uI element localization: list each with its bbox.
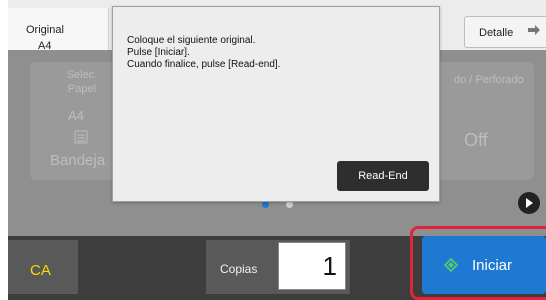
copier-screen: Original A4 Detalle Selec. Papel A4 Band… <box>8 0 546 300</box>
original-setting-button[interactable]: Original A4 <box>8 8 109 52</box>
paper-select-title: Selec. Papel <box>66 69 98 95</box>
paper-tray-value: Bandeja <box>50 152 106 169</box>
page-indicator <box>286 201 293 208</box>
original-value: A4 <box>38 40 52 52</box>
message-dialog: Coloque el siguiente original. Pulse [In… <box>112 6 440 202</box>
ca-button[interactable]: CA <box>8 240 78 294</box>
start-label: Iniciar <box>472 257 513 274</box>
copies-input[interactable]: 1 <box>278 242 346 290</box>
staple-punch-title: do / Perforado <box>454 74 524 86</box>
detail-button[interactable]: Detalle <box>464 16 546 48</box>
dialog-message: Coloque el siguiente original. Pulse [In… <box>127 35 280 71</box>
dialog-message-line1: Coloque el siguiente original. <box>127 35 256 46</box>
start-icon <box>444 258 458 272</box>
tray-icon <box>74 130 88 144</box>
original-label: Original <box>26 24 64 36</box>
page-indicator-active <box>262 201 269 208</box>
detail-label: Detalle <box>479 27 514 39</box>
staple-punch-value: Off <box>464 130 488 150</box>
read-end-button[interactable]: Read-End <box>337 161 429 191</box>
copies-label: Copias <box>220 262 258 276</box>
ca-label: CA <box>30 262 51 279</box>
paper-size-value: A4 <box>68 108 84 123</box>
arrow-right-icon <box>528 25 540 35</box>
start-button[interactable]: Iniciar <box>422 236 546 294</box>
next-page-button[interactable] <box>518 192 540 214</box>
main-panel: Original A4 Detalle Selec. Papel A4 Band… <box>8 0 546 236</box>
dialog-message-line3: Cuando finalice, pulse [Read-end]. <box>127 59 281 70</box>
play-icon <box>526 198 533 208</box>
dialog-message-line2: Pulse [Iniciar]. <box>127 47 190 58</box>
